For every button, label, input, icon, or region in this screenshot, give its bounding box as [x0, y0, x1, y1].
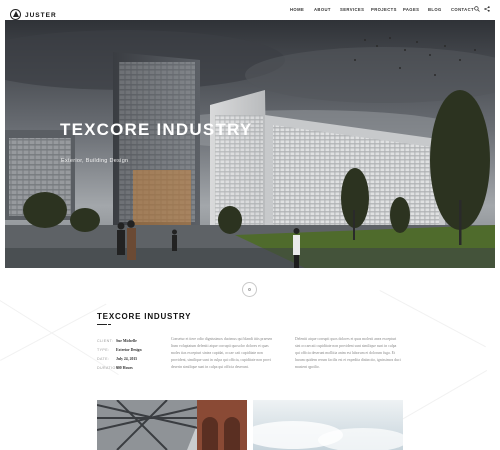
logo-icon: [10, 9, 21, 20]
background-line: [0, 303, 107, 361]
nav-projects[interactable]: PROJECTS: [371, 7, 397, 12]
meta-label: Date:: [97, 357, 110, 361]
brand-name: JUSTER: [25, 12, 57, 19]
meta-label: Type:: [97, 348, 110, 352]
nav-pages[interactable]: PAGES: [403, 7, 419, 12]
nav-services[interactable]: SERVICES: [340, 7, 364, 12]
hero-subtitle: Exterior, Building Design: [61, 158, 129, 164]
meta-value: July 24, 2015: [116, 357, 138, 361]
project-description-1: Consetur et tiere odio dignissimos ducim…: [171, 337, 273, 370]
site-header: JUSTER ARCHITECTURE HOME ABOUT SERVICES …: [0, 0, 500, 25]
background-line: [400, 370, 488, 421]
scroll-dot-icon: [248, 288, 251, 291]
meta-type: Type: Exterior Design: [97, 346, 142, 355]
meta-duration: Duration:900 Hours: [97, 364, 142, 373]
meta-value: 900 Hours: [116, 366, 133, 370]
meta-value: Exterior Design: [116, 348, 142, 352]
hero-banner: TEXCORE INDUSTRY Exterior, Building Desi…: [5, 20, 495, 268]
nav-about[interactable]: ABOUT: [314, 7, 331, 12]
title-underline-dot: [108, 324, 111, 325]
share-icon[interactable]: [484, 6, 490, 12]
hero-illustration: [5, 20, 495, 268]
nav-blog[interactable]: BLOG: [428, 7, 442, 12]
project-meta: Client: Sue Michelle Type: Exterior Design…: [97, 337, 142, 373]
gallery-photo-sky: [253, 400, 403, 450]
meta-label: Duration:: [97, 366, 121, 370]
nav-contact[interactable]: CONTACT: [451, 7, 474, 12]
hero-title: TEXCORE INDUSTRY: [60, 120, 253, 139]
gallery-image-2[interactable]: [253, 400, 403, 450]
gallery-photo-structure: [97, 400, 247, 450]
meta-value: Sue Michelle: [116, 339, 137, 343]
meta-date: Date: July 24, 2015: [97, 355, 142, 364]
meta-client: Client: Sue Michelle: [97, 337, 142, 346]
search-icon[interactable]: [474, 6, 480, 12]
meta-label: Client:: [97, 339, 114, 343]
gallery-image-1[interactable]: [97, 400, 247, 450]
project-title: TEXCORE INDUSTRY: [97, 312, 192, 321]
project-description-2: Deleniti atque corrupti quos dolores et …: [295, 337, 401, 370]
title-underline: [97, 324, 107, 325]
scroll-down-button[interactable]: [242, 282, 257, 297]
nav-home[interactable]: HOME: [290, 7, 304, 12]
